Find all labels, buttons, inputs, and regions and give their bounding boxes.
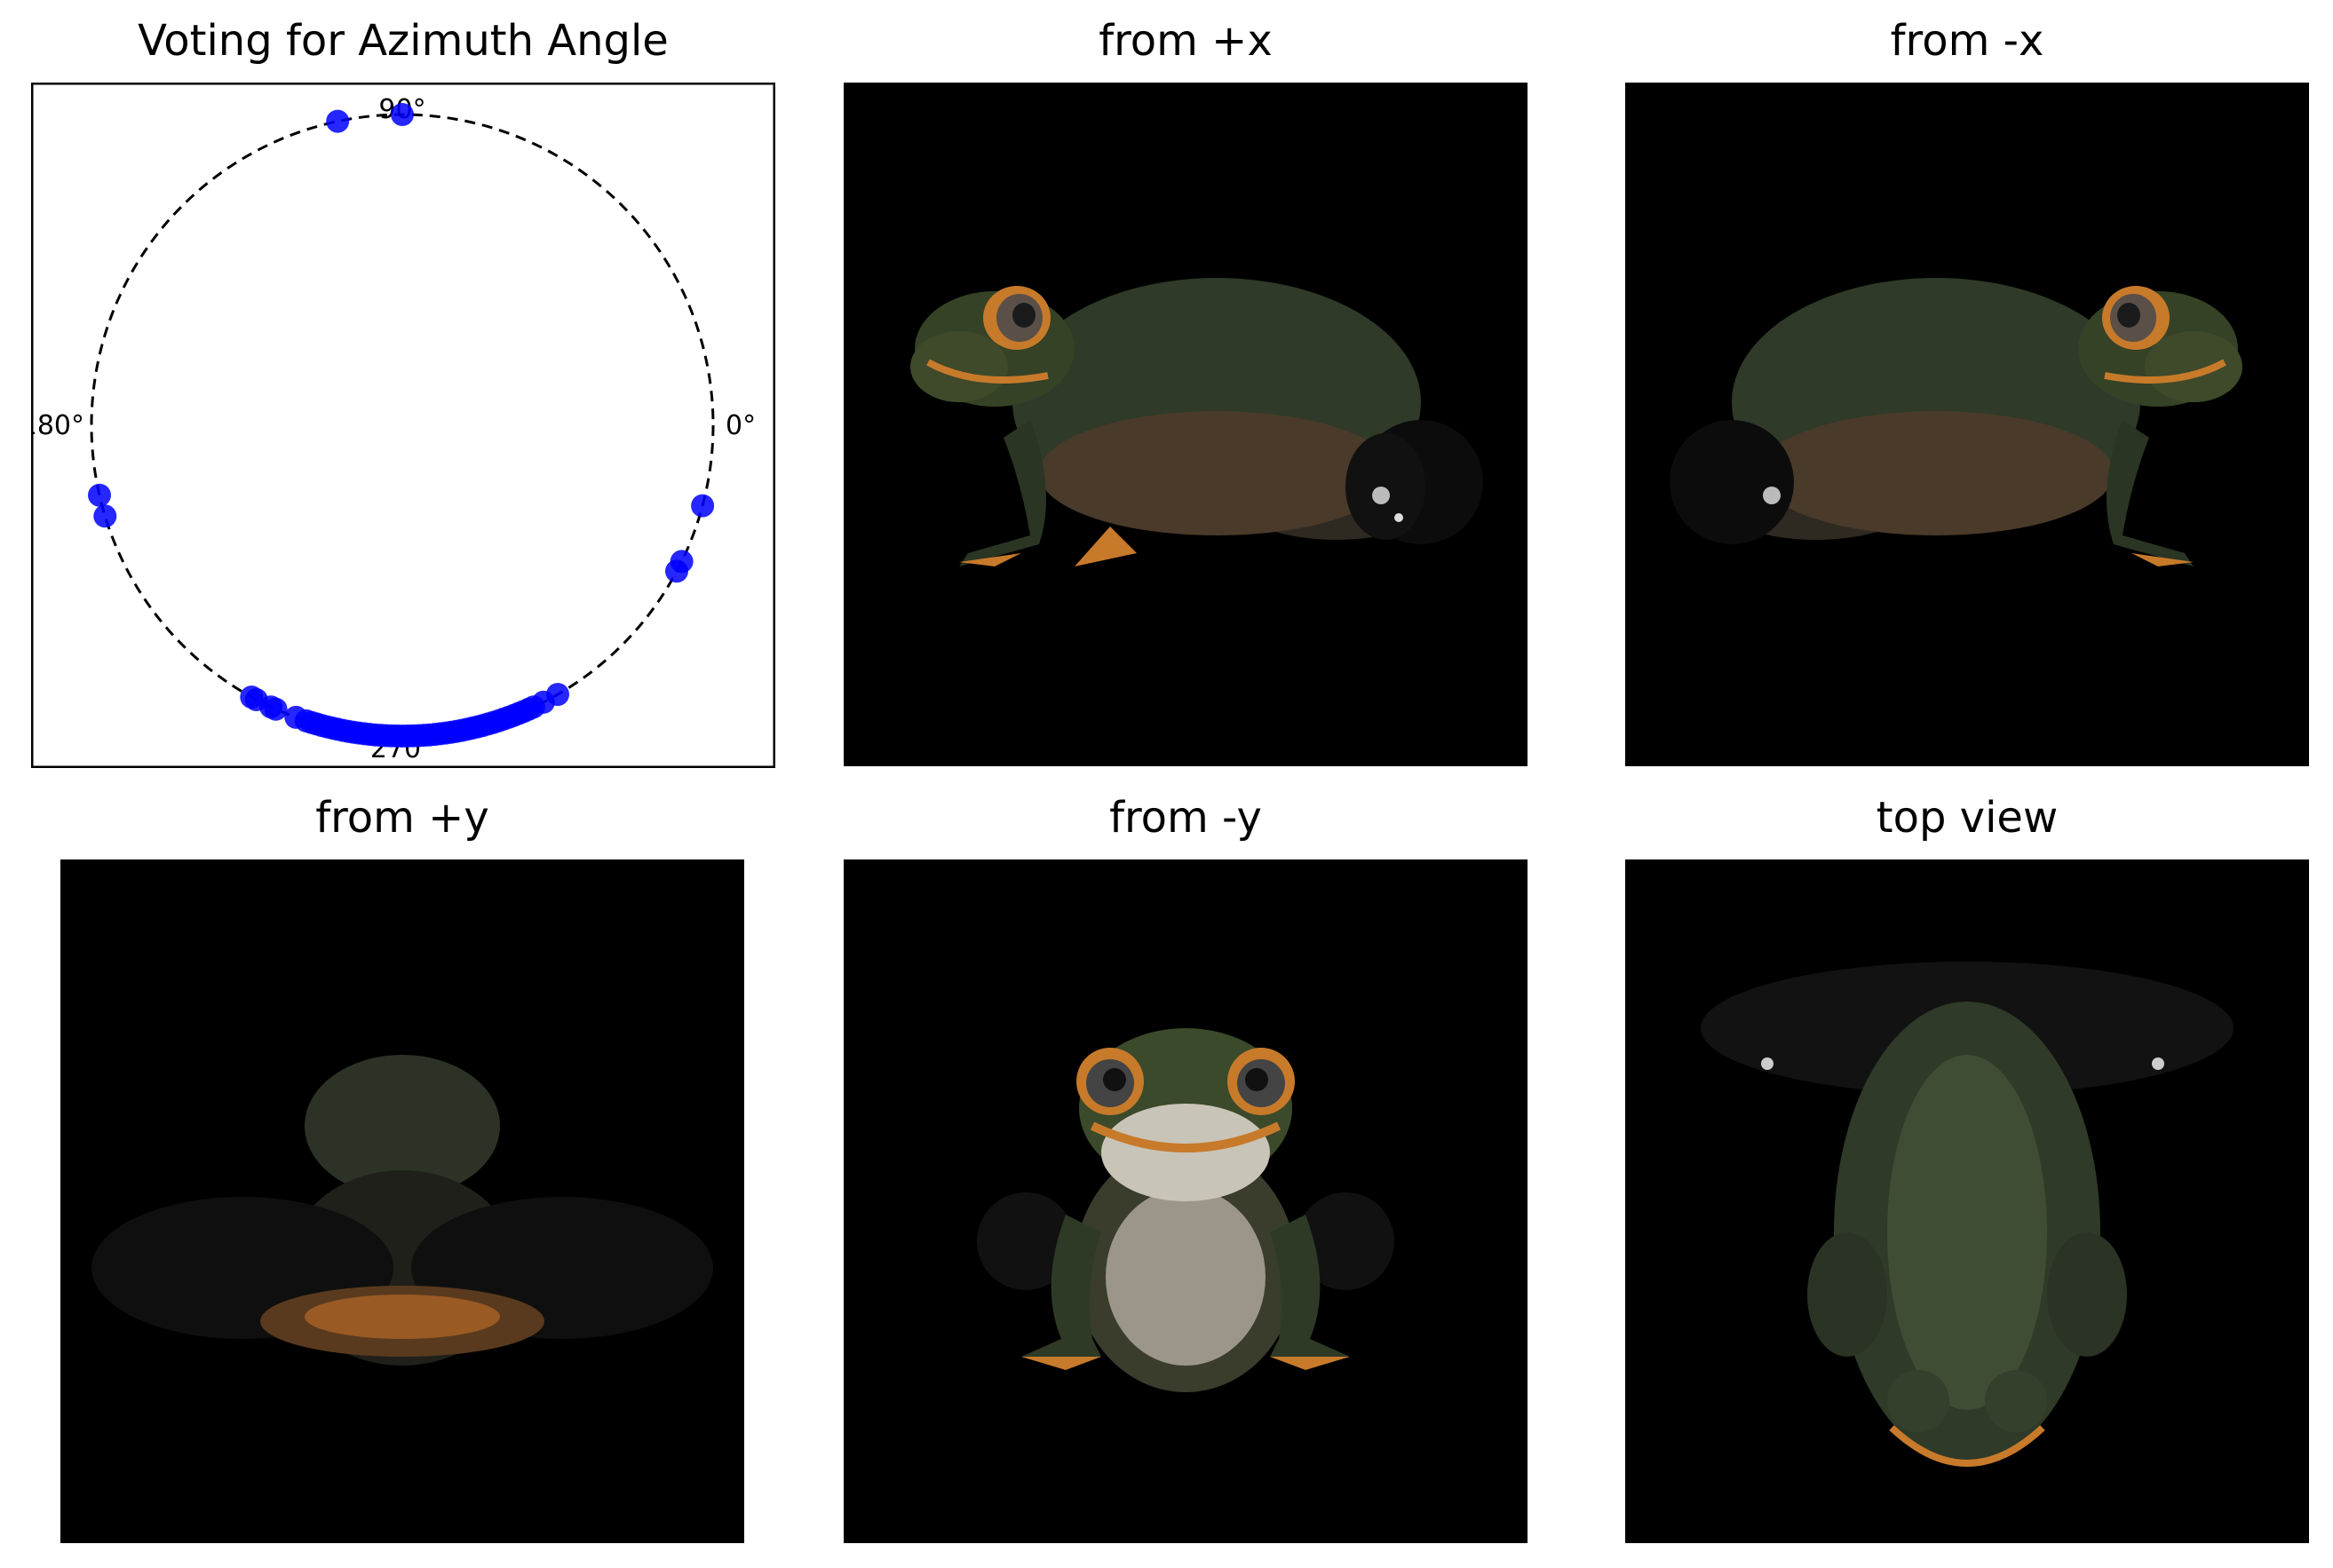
minus-x-title: from -x bbox=[1890, 16, 2044, 66]
vote-point bbox=[294, 709, 318, 733]
vote-point bbox=[93, 504, 117, 528]
minus-y-render bbox=[844, 859, 1528, 1543]
plus-y-render bbox=[60, 859, 744, 1543]
tick-label-0: 0° bbox=[726, 410, 756, 441]
vote-point bbox=[326, 109, 350, 133]
azimuth-polar-chart: 90° 0° 180° 270° bbox=[31, 83, 775, 768]
vote-point bbox=[391, 103, 414, 126]
minus-y-title: from -y bbox=[1109, 793, 1262, 843]
frog-side-view-left bbox=[1670, 278, 2242, 566]
top-view-render bbox=[1625, 859, 2309, 1543]
chart-frame bbox=[31, 83, 775, 768]
plus-x-render bbox=[844, 83, 1528, 766]
vote-point bbox=[691, 494, 715, 518]
plus-x-title: from +x bbox=[1099, 16, 1273, 66]
top-view-title: top view bbox=[1876, 793, 2059, 843]
vote-point bbox=[665, 559, 688, 583]
minus-x-render bbox=[1625, 83, 2309, 766]
tick-label-180: 180° bbox=[31, 410, 84, 441]
frog-top-view bbox=[1701, 962, 2234, 1467]
azimuth-chart-title: Voting for Azimuth Angle bbox=[138, 16, 669, 66]
plus-y-title: from +y bbox=[315, 793, 489, 843]
vote-point bbox=[88, 483, 111, 507]
vote-point bbox=[240, 685, 264, 709]
frog-front-view bbox=[977, 1028, 1394, 1392]
frog-side-view-right bbox=[910, 278, 1483, 566]
frog-back-view bbox=[91, 1055, 713, 1366]
